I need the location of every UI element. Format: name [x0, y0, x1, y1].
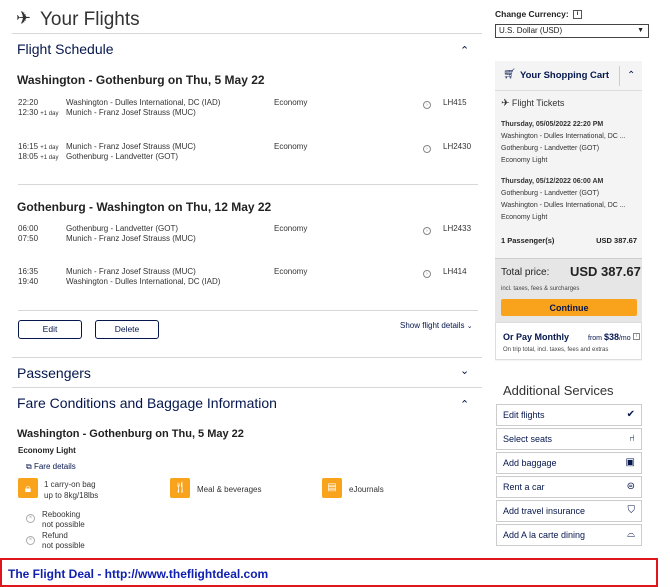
continue-button[interactable]: Continue	[501, 299, 637, 316]
flight-tickets-heading: ✈ Flight Tickets	[501, 98, 565, 109]
additional-services-title: Additional Services	[503, 383, 614, 398]
baggage-icon: 🔒︎	[18, 478, 38, 498]
info-icon[interactable]: i	[633, 333, 640, 340]
check-icon: ✔	[626, 409, 635, 420]
car-icon: ⊜	[626, 481, 635, 492]
dining-icon: ⌓	[627, 529, 635, 540]
passengers-title[interactable]: Passengers	[17, 365, 91, 381]
external-link-icon: ⧉	[26, 462, 32, 471]
flight-schedule-title[interactable]: Flight Schedule	[17, 41, 114, 57]
chevron-down-icon[interactable]: ⌄	[460, 364, 469, 377]
flight-leg: 06:00 07:50 Gothenburg - Landvetter (GOT…	[18, 224, 472, 243]
not-possible-icon: ×	[26, 514, 35, 523]
operator-icon: ›	[423, 270, 431, 278]
cart-icon: 🛒︎	[503, 69, 516, 80]
operator-icon: ›	[423, 145, 431, 153]
flight-leg: 16:15 +1 day 18:05 +1 day Munich - Franz…	[18, 142, 472, 161]
info-icon[interactable]: i	[573, 10, 583, 20]
baggage-icon: ▣	[625, 457, 635, 468]
total-price-label: Total price:	[501, 267, 550, 278]
currency-label: Change Currency: i	[495, 9, 583, 20]
cart-header[interactable]: 🛒︎ Your Shopping Cart ⌃	[495, 61, 642, 91]
service-travel-insurance[interactable]: Add travel insurance ⛉	[496, 500, 642, 522]
ejournals-label: eJournals	[349, 485, 384, 494]
airplane-icon: ✈	[501, 98, 510, 109]
flight-leg: 22:20 12:30 +1 day Washington - Dulles I…	[18, 98, 467, 117]
service-rent-car[interactable]: Rent a car ⊜	[496, 476, 642, 498]
pay-monthly-box[interactable]: Or Pay Monthly from $38/mo i On trip tot…	[495, 322, 642, 360]
delete-button[interactable]: Delete	[95, 320, 159, 339]
chevron-down-icon: ⌄	[466, 323, 473, 330]
cart-trip: Thursday, 05/05/2022 22:20 PM Washington…	[501, 121, 626, 164]
fare-name: Economy Light	[18, 446, 76, 455]
fare-conditions-title[interactable]: Fare Conditions and Baggage Information	[17, 395, 277, 411]
meal-icon: 🍴︎	[170, 478, 190, 498]
taxes-note: incl. taxes, fees & surcharges	[501, 286, 580, 292]
cart-passengers: 1 Passenger(s) USD 387.67	[501, 236, 637, 245]
operator-icon: ›	[423, 101, 431, 109]
service-dining[interactable]: Add A la carte dining ⌓	[496, 524, 642, 546]
not-possible-icon: ×	[26, 536, 35, 545]
service-edit-flights[interactable]: Edit flights ✔	[496, 404, 642, 426]
rebooking-info: Rebooking not possible	[42, 510, 85, 529]
edit-button[interactable]: Edit	[18, 320, 82, 339]
service-select-seats[interactable]: Select seats ⑁	[496, 428, 642, 450]
chevron-up-icon[interactable]: ⌃	[627, 70, 635, 81]
outbound-title: Washington - Gothenburg on Thu, 5 May 22	[17, 73, 265, 87]
operator-icon: ›	[423, 227, 431, 235]
flight-deal-banner: The Flight Deal - http://www.theflightde…	[0, 558, 658, 587]
airplane-icon: ✈	[16, 8, 32, 28]
cart-trip: Thursday, 05/12/2022 06:00 AM Gothenburg…	[501, 178, 626, 221]
fare-route-title: Washington - Gothenburg on Thu, 5 May 22	[17, 428, 244, 440]
seat-icon: ⑁	[629, 433, 635, 444]
fare-details-link[interactable]: ⧉ Fare details	[26, 462, 76, 472]
total-price-value: USD 387.67	[570, 264, 641, 279]
shield-icon: ⛉	[627, 505, 636, 516]
chevron-up-icon[interactable]: ⌃	[460, 398, 469, 411]
currency-select[interactable]: U.S. Dollar (USD) ▼	[495, 24, 649, 38]
carry-on-info: 1 carry-on bag up to 8kg/18lbs	[44, 480, 99, 500]
show-flight-details-link[interactable]: Show flight details ⌄	[400, 321, 473, 330]
inbound-title: Gothenburg - Washington on Thu, 12 May 2…	[17, 200, 272, 214]
meal-label: Meal & beverages	[197, 485, 262, 494]
flight-leg: 16:35 19:40 Munich - Franz Josef Strauss…	[18, 267, 467, 286]
page-title: Your Flights	[40, 9, 140, 30]
service-add-baggage[interactable]: Add baggage ▣	[496, 452, 642, 474]
dropdown-arrow-icon: ▼	[637, 27, 644, 34]
refund-info: Refund not possible	[42, 531, 85, 550]
chevron-up-icon[interactable]: ⌃	[460, 44, 469, 57]
ejournals-icon: ▤	[322, 478, 342, 498]
